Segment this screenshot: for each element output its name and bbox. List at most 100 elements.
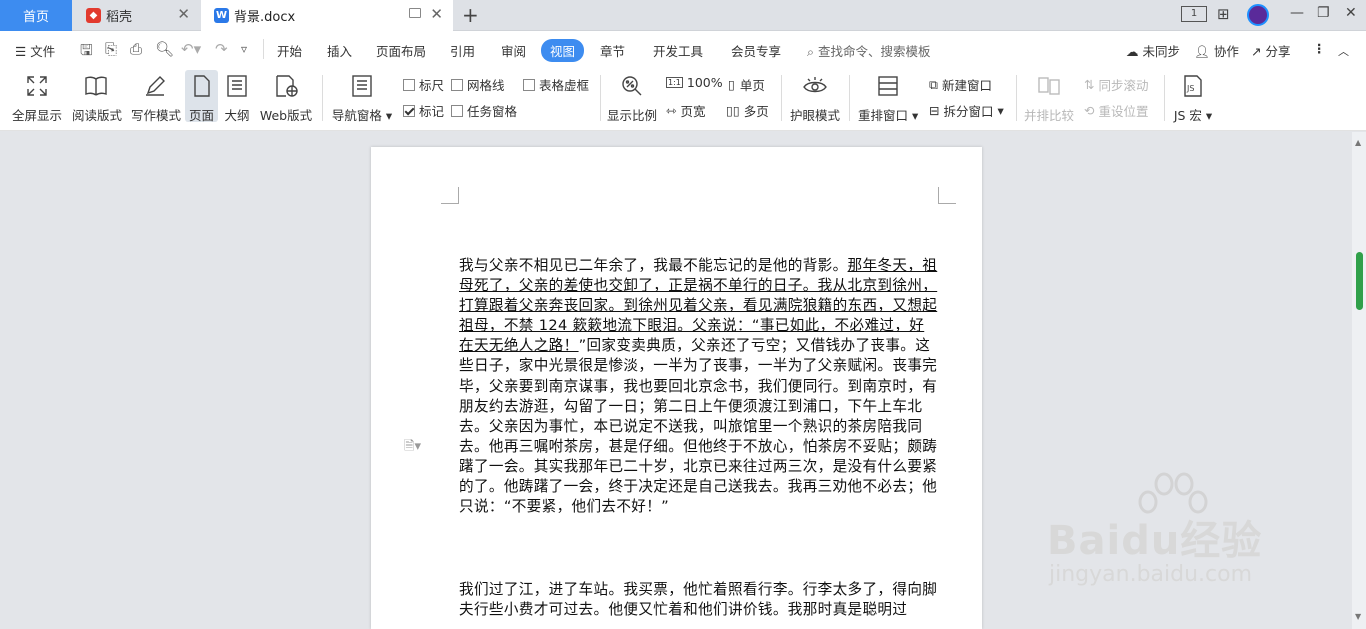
page-view-label: 页面 xyxy=(188,108,214,123)
eye-mode-label: 护眼模式 xyxy=(790,108,841,123)
zoom-100-button[interactable]: 1:1 100% xyxy=(666,75,723,90)
menu-item-insert[interactable]: 插入 xyxy=(327,41,352,60)
paragraph-1[interactable]: 我与父亲不相见已二年余了，我最不能忘记的是他的背影。那年冬天，祖母死了，父亲的差… xyxy=(459,256,939,517)
split-window-icon: ⊟ xyxy=(929,103,940,118)
writing-mode-button[interactable]: 写作模式 xyxy=(131,71,181,124)
multi-page-button[interactable]: ▯▯ 多页 xyxy=(726,101,769,120)
zoom-100-label: 100% xyxy=(686,75,723,90)
restore-icon[interactable]: ❐ xyxy=(1317,5,1330,21)
zoom-button[interactable]: 显示比例 xyxy=(607,71,657,124)
split-window-label: 拆分窗口 xyxy=(943,104,994,119)
print-preview-icon[interactable]: 🔍︎ xyxy=(155,40,174,58)
task-pane-label: 任务窗格 xyxy=(467,104,518,119)
task-pane-checkbox[interactable]: 任务窗格 xyxy=(451,101,517,120)
marks-checkbox[interactable]: 标记 xyxy=(403,101,444,120)
menu-item-start[interactable]: 开始 xyxy=(277,41,302,60)
menu-item-layout[interactable]: 页面布局 xyxy=(376,41,426,60)
close-icon[interactable]: ✕ xyxy=(177,7,190,22)
redo-icon[interactable]: ↷ xyxy=(215,40,228,58)
eye-mode-button[interactable]: 护眼模式 xyxy=(790,71,840,124)
menu-item-section[interactable]: 章节 xyxy=(600,41,625,60)
side-compare-icon xyxy=(1024,71,1074,101)
js-icon: JS xyxy=(1172,71,1214,101)
avatar[interactable] xyxy=(1247,4,1269,26)
task-pane-check[interactable] xyxy=(451,104,463,117)
undo-icon[interactable]: ↶▾ xyxy=(181,40,201,58)
side-compare-button[interactable]: 并排比较 xyxy=(1024,71,1074,124)
menu-item-references[interactable]: 引用 xyxy=(450,41,475,60)
more-icon[interactable]: ⋮ xyxy=(1313,41,1326,56)
table-dash-checkbox[interactable]: 表格虚框 xyxy=(523,75,589,94)
baidu-jingyan-watermark: Baidu经验 jingyan.baidu.com xyxy=(1045,470,1295,600)
export-pdf-icon[interactable]: ⎘ xyxy=(105,40,117,58)
file-menu[interactable]: ☰ 文件 xyxy=(15,41,55,60)
scroll-up-icon[interactable]: ▲ xyxy=(1355,138,1361,147)
gridlines-check[interactable] xyxy=(451,78,463,91)
reading-layout-label: 阅读版式 xyxy=(72,108,123,123)
js-macro-label: JS 宏 xyxy=(1173,108,1202,123)
split-window-button[interactable]: ⊟ 拆分窗口 ▾ xyxy=(929,101,1004,120)
fullscreen-button[interactable]: 全屏显示 xyxy=(12,71,62,124)
sync-scroll-label: 同步滚动 xyxy=(1098,78,1149,93)
list-icon xyxy=(331,71,393,101)
nav-pane-button[interactable]: 导航窗格 ▾ xyxy=(331,71,393,124)
tab-document[interactable]: W 背景.docx ✕ xyxy=(201,0,453,31)
ruler-checkbox[interactable]: 标尺 xyxy=(403,75,444,94)
multi-page-icon: ▯▯ xyxy=(726,103,740,118)
scroll-down-icon[interactable]: ▼ xyxy=(1355,612,1361,621)
collaborate-label: 协作 xyxy=(1213,44,1239,59)
one-to-one-icon: 1:1 xyxy=(666,77,683,88)
paragraph-2[interactable]: 我们过了江，进了车站。我买票，他忙着照看行李。行李太多了，得向脚夫行些小费才可过… xyxy=(459,580,939,620)
float-window-icon[interactable] xyxy=(409,8,421,18)
print-icon[interactable]: ⎙ xyxy=(130,40,142,58)
ruler-check[interactable] xyxy=(403,78,415,91)
new-window-button[interactable]: ⧉ 新建窗口 xyxy=(929,75,992,94)
js-macro-button[interactable]: JS JS 宏 ▾ xyxy=(1172,71,1214,124)
page-count-icon[interactable]: 1 xyxy=(1181,6,1207,22)
page-width-button[interactable]: ⇿ 页宽 xyxy=(666,101,706,120)
tab-home[interactable]: 首页 xyxy=(0,0,72,31)
menu-item-view[interactable]: 视图 xyxy=(541,39,585,62)
gridlines-checkbox[interactable]: 网格线 xyxy=(451,75,505,94)
side-compare-label: 并排比较 xyxy=(1024,108,1075,123)
fullscreen-label: 全屏显示 xyxy=(12,108,63,123)
share-button[interactable]: ↗ 分享 xyxy=(1251,41,1290,60)
tab-daoke-label: 稻壳 xyxy=(106,10,133,25)
menu-item-developer[interactable]: 开发工具 xyxy=(653,41,703,60)
grid-apps-icon[interactable]: ⊞ xyxy=(1217,5,1230,23)
sync-scroll-button[interactable]: ⇅ 同步滚动 xyxy=(1084,75,1149,94)
single-page-button[interactable]: ▯ 单页 xyxy=(728,75,765,94)
collapse-ribbon-icon[interactable]: ︿ xyxy=(1338,43,1349,59)
tab-daoke[interactable]: ◆ 稻壳 ✕ xyxy=(72,0,200,31)
customize-quick-access-icon[interactable]: ▿ xyxy=(241,42,247,56)
add-tab-icon[interactable]: + xyxy=(462,3,479,27)
paragraph-mark-icon[interactable]: 🗎︎▾ xyxy=(404,437,421,459)
gridlines-label: 网格线 xyxy=(467,78,505,93)
reading-layout-button[interactable]: 阅读版式 xyxy=(72,71,123,124)
paragraph-1-run-3: ”回家变卖典质，父亲还了亏空；又借钱办了丧事。这些日子，家中光景很是惨淡，一半为… xyxy=(459,337,938,516)
rearrange-window-button[interactable]: 重排窗口 ▾ xyxy=(858,71,918,124)
close-icon[interactable]: ✕ xyxy=(430,7,443,22)
scrollbar-thumb[interactable] xyxy=(1356,252,1363,310)
nav-pane-label: 导航窗格 xyxy=(331,108,382,123)
reset-position-icon: ⟲ xyxy=(1084,103,1095,118)
minimize-icon[interactable]: — xyxy=(1290,5,1304,21)
tab-document-label: 背景.docx xyxy=(234,10,296,25)
web-layout-button[interactable]: Web版式 xyxy=(258,71,314,124)
command-search[interactable]: ⌕ 查找命令、搜索模板 xyxy=(807,41,931,60)
save-icon[interactable]: 🖫 xyxy=(80,40,93,65)
table-dash-label: 表格虚框 xyxy=(539,78,590,93)
page-view-button[interactable]: 页面 xyxy=(185,70,218,123)
reset-position-button[interactable]: ⟲ 重设位置 xyxy=(1084,101,1149,120)
table-dash-check[interactable] xyxy=(523,78,535,91)
collaborate-button[interactable]: 👤︎ 协作 xyxy=(1194,41,1239,60)
book-icon xyxy=(72,71,120,101)
marks-check[interactable] xyxy=(403,104,415,117)
outline-view-button[interactable]: 大纲 xyxy=(223,71,251,124)
sync-status[interactable]: ☁ 未同步 xyxy=(1126,41,1180,60)
fullscreen-icon xyxy=(12,71,62,101)
close-window-icon[interactable]: ✕ xyxy=(1345,5,1357,21)
menu-item-member[interactable]: 会员专享 xyxy=(731,41,781,60)
menu-item-review[interactable]: 审阅 xyxy=(501,41,526,60)
vertical-scrollbar[interactable]: ▲ ▼ xyxy=(1352,132,1366,629)
